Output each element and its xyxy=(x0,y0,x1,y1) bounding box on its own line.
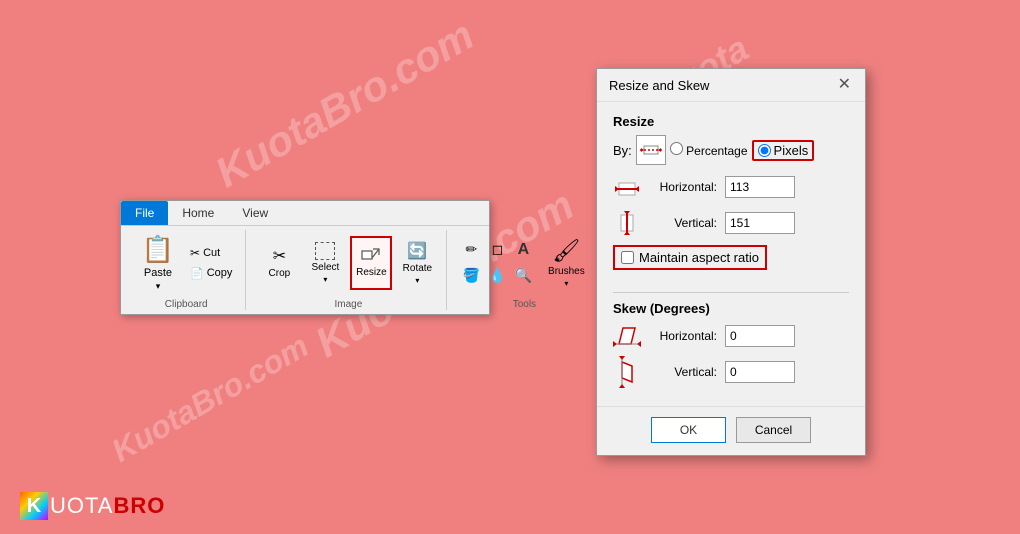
tab-file[interactable]: File xyxy=(121,201,168,225)
resize-vertical-label: Vertical: xyxy=(649,216,717,230)
by-label: By: xyxy=(613,143,632,158)
cut-copy-group: ✂ Cut 📄 Copy xyxy=(185,243,237,283)
skew-horizontal-icon xyxy=(613,322,641,350)
resize-section-label: Resize xyxy=(613,114,849,129)
watermark-4: KuotaBro.com xyxy=(106,327,315,469)
maintain-aspect-row[interactable]: Maintain aspect ratio xyxy=(613,245,767,270)
tools-items: ✏ ◻ A 🪣 💧 🔍 🖌 Brushes ▾ xyxy=(459,230,589,295)
paste-arrow: ▾ xyxy=(156,281,161,292)
vertical-arrow-icon xyxy=(613,209,641,237)
rotate-button[interactable]: 🔄 Rotate ▾ xyxy=(396,236,438,290)
color-picker-tool[interactable]: 💧 xyxy=(485,264,509,288)
copy-icon: 📄 xyxy=(190,267,204,280)
skew-section: Skew (Degrees) Horizontal: xyxy=(613,301,849,386)
select-arrow: ▾ xyxy=(323,275,327,284)
cut-label: Cut xyxy=(203,247,220,259)
tools-label: Tools xyxy=(513,297,536,310)
copy-label: Copy xyxy=(207,267,233,279)
dialog-titlebar: Resize and Skew ✕ xyxy=(597,69,865,102)
tab-view[interactable]: View xyxy=(228,201,282,225)
resize-button[interactable]: Resize xyxy=(350,236,392,290)
magnifier-tool[interactable]: 🔍 xyxy=(511,264,535,288)
select-icon xyxy=(315,242,335,260)
resize-horizontal-label: Horizontal: xyxy=(649,180,717,194)
maintain-aspect-label: Maintain aspect ratio xyxy=(639,250,759,265)
dialog-close-button[interactable]: ✕ xyxy=(836,77,853,93)
ribbon-body: 📋 Paste ▾ ✂ Cut 📄 Copy Clipboard xyxy=(121,226,489,314)
image-group: ✂ Crop Select ▾ xyxy=(250,230,447,310)
tab-home[interactable]: Home xyxy=(168,201,228,225)
pencil-tool[interactable]: ✏ xyxy=(459,238,483,262)
crop-button[interactable]: ✂ Crop xyxy=(258,236,300,290)
brushes-arrow: ▾ xyxy=(564,279,568,288)
skew-vertical-input[interactable] xyxy=(725,361,795,383)
tools-group: ✏ ◻ A 🪣 💧 🔍 🖌 Brushes ▾ Tools xyxy=(451,230,597,310)
section-divider xyxy=(613,292,849,293)
percentage-radio-label: Percentage xyxy=(670,142,748,158)
dialog-title: Resize and Skew xyxy=(609,78,709,93)
image-items: ✂ Crop Select ▾ xyxy=(258,230,438,295)
eraser-tool[interactable]: ◻ xyxy=(485,238,509,262)
select-button[interactable]: Select ▾ xyxy=(304,236,346,290)
copy-button[interactable]: 📄 Copy xyxy=(185,264,237,283)
cut-button[interactable]: ✂ Cut xyxy=(185,243,237,263)
resize-icon xyxy=(361,247,381,265)
paste-icon: 📋 xyxy=(142,234,174,265)
select-label: Select xyxy=(311,262,339,273)
crop-icon: ✂ xyxy=(273,246,286,266)
logo-k-letter: K xyxy=(20,492,48,520)
horizontal-resize-icon xyxy=(636,135,666,165)
rotate-icon: 🔄 xyxy=(407,241,427,261)
fill-tool[interactable]: 🪣 xyxy=(459,264,483,288)
clipboard-items: 📋 Paste ▾ ✂ Cut 📄 Copy xyxy=(135,230,237,295)
maintain-aspect-checkbox[interactable] xyxy=(621,251,634,264)
resize-skew-dialog: Resize and Skew ✕ Resize By: Percentage xyxy=(596,68,866,456)
skew-vertical-icon xyxy=(613,358,641,386)
crop-label: Crop xyxy=(269,268,291,279)
scissors-icon: ✂ xyxy=(190,246,200,260)
logo-uota-text: UOTA xyxy=(50,493,113,519)
resize-vertical-input[interactable] xyxy=(725,212,795,234)
image-label: Image xyxy=(334,297,362,310)
paint-window: File Home View 📋 Paste ▾ ✂ Cut xyxy=(120,200,490,315)
rotate-label: Rotate xyxy=(403,263,432,274)
skew-section-label: Skew (Degrees) xyxy=(613,301,849,316)
logo: K UOTA BRO xyxy=(20,492,165,520)
logo-bro-text: BRO xyxy=(113,493,165,519)
pixels-label: Pixels xyxy=(774,143,809,158)
skew-horizontal-row: Horizontal: xyxy=(613,322,849,350)
pixels-radio[interactable] xyxy=(758,144,771,157)
skew-horizontal-label: Horizontal: xyxy=(649,329,717,343)
resize-horizontal-row: Horizontal: xyxy=(613,173,849,201)
brushes-label: Brushes xyxy=(548,266,585,277)
percentage-radio[interactable] xyxy=(670,142,683,155)
ribbon-tabs: File Home View xyxy=(121,201,489,226)
skew-horizontal-input[interactable] xyxy=(725,325,795,347)
resize-horizontal-input[interactable] xyxy=(725,176,795,198)
skew-vertical-row: Vertical: xyxy=(613,358,849,386)
clipboard-group: 📋 Paste ▾ ✂ Cut 📄 Copy Clipboard xyxy=(127,230,246,310)
rotate-arrow: ▾ xyxy=(415,276,419,285)
resize-label: Resize xyxy=(356,267,387,278)
text-tool[interactable]: A xyxy=(511,238,535,262)
ok-button[interactable]: OK xyxy=(651,417,726,443)
watermark-1: KuotaBro.com xyxy=(207,11,482,197)
clipboard-label: Clipboard xyxy=(165,297,208,310)
skew-vertical-label: Vertical: xyxy=(649,365,717,379)
paste-label: Paste xyxy=(144,267,172,279)
brushes-button[interactable]: 🖌 Brushes ▾ xyxy=(543,236,589,290)
resize-vertical-row: Vertical: xyxy=(613,209,849,237)
by-radio-row: By: Percentage Pixels xyxy=(613,135,849,165)
horizontal-arrow-icon xyxy=(613,173,641,201)
dialog-body: Resize By: Percentage Pixels xyxy=(597,102,865,406)
cancel-button[interactable]: Cancel xyxy=(736,417,811,443)
paste-button[interactable]: 📋 Paste ▾ xyxy=(135,233,181,293)
brushes-icon: 🖌 xyxy=(552,238,580,264)
dialog-footer: OK Cancel xyxy=(597,406,865,455)
pixels-radio-highlight: Pixels xyxy=(752,140,815,161)
tool-icons: ✏ ◻ A 🪣 💧 🔍 xyxy=(459,238,539,288)
